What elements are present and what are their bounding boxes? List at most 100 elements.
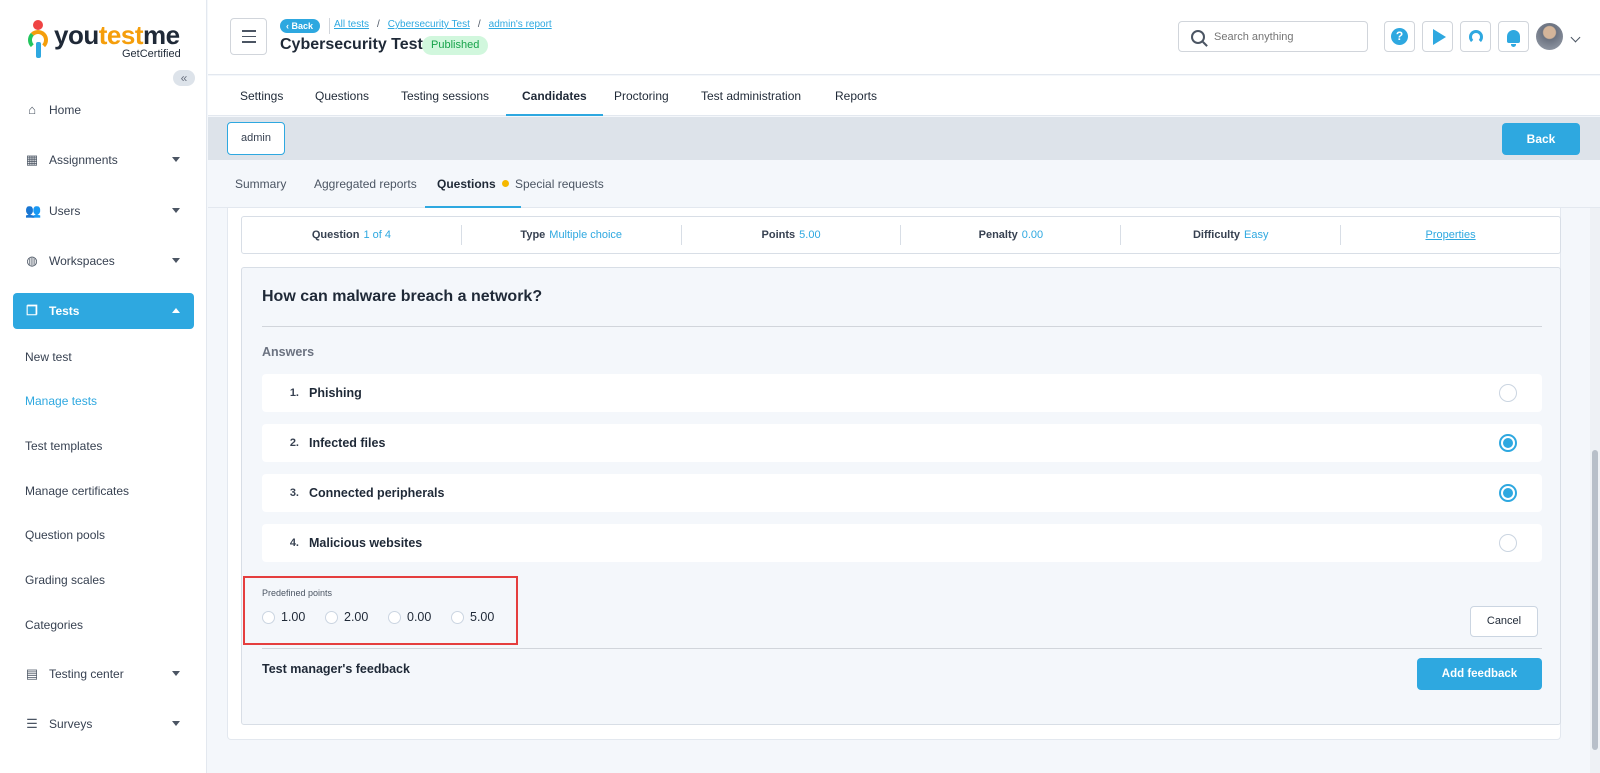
tab-test-administration[interactable]: Test administration	[685, 76, 817, 116]
sidebar-item-surveys[interactable]: ☰ Surveys	[13, 706, 194, 742]
radio-button[interactable]	[262, 610, 275, 624]
question-meta-bar: Question 1 of 4 Type Multiple choice Point…	[241, 216, 1561, 254]
logo-icon	[28, 20, 48, 60]
caret-down-icon	[172, 258, 180, 263]
collapse-sidebar-button[interactable]: «	[173, 70, 195, 86]
notifications-button[interactable]	[1498, 21, 1529, 52]
testing-center-icon: ▤	[25, 666, 39, 681]
answer-radio-selected[interactable]	[1499, 484, 1517, 502]
sidebar-item-label: Tests	[49, 304, 80, 318]
tab-summary[interactable]: Summary	[223, 161, 298, 208]
predefined-points-highlight: Predefined points 1.00 2.00 0.00 5.00	[243, 576, 518, 645]
users-icon: 👥	[25, 203, 42, 218]
meta-properties: Properties	[1341, 225, 1560, 245]
sidebar-item-workspaces[interactable]: ◍ Workspaces	[13, 243, 194, 279]
hamburger-icon	[241, 30, 256, 32]
add-feedback-button[interactable]: Add feedback	[1417, 658, 1542, 690]
breadcrumb-all-tests[interactable]: All tests	[334, 19, 369, 30]
answer-radio[interactable]	[1499, 384, 1517, 402]
breadcrumb-report[interactable]: admin's report	[489, 19, 552, 30]
sidebar: youtestme GetCertified « ⌂ Home ▦ Assign…	[0, 0, 207, 773]
predefined-points-option[interactable]: 2.00	[325, 610, 368, 624]
sidebar-item-assignments[interactable]: ▦ Assignments	[13, 142, 194, 178]
candidate-chip[interactable]: admin	[227, 122, 285, 155]
tab-label: Questions	[437, 177, 496, 191]
hamburger-menu-button[interactable]	[230, 18, 267, 55]
radio-button[interactable]	[451, 610, 464, 624]
divider	[262, 648, 1542, 649]
support-button[interactable]	[1460, 21, 1491, 52]
radio-button[interactable]	[325, 610, 338, 624]
radio-button[interactable]	[388, 610, 401, 624]
meta-difficulty: Difficulty Easy	[1121, 225, 1342, 245]
predefined-points-option[interactable]: 0.00	[388, 610, 431, 624]
sidebar-item-testing-center[interactable]: ▤ Testing center	[13, 656, 194, 692]
status-badge: Published	[422, 36, 489, 55]
meta-penalty: Penalty 0.00	[901, 225, 1122, 245]
tab-reports[interactable]: Reports	[819, 76, 893, 116]
tab-questions[interactable]: Questions	[299, 76, 385, 116]
answer-row: 4. Malicious websites	[262, 524, 1542, 562]
predefined-points-option[interactable]: 1.00	[262, 610, 305, 624]
sidebar-item-label: Testing center	[49, 667, 124, 681]
sidebar-item-label: Workspaces	[49, 254, 115, 268]
tab-aggregated-reports[interactable]: Aggregated reports	[302, 161, 429, 208]
play-icon	[1432, 28, 1446, 45]
sidebar-item-tests[interactable]: ❐ Tests	[13, 293, 194, 329]
top-header: ‹ Back All tests / Cybersecurity Test / …	[208, 0, 1600, 75]
breadcrumb-back-button[interactable]: ‹ Back	[280, 19, 321, 33]
meta-points: Points 5.00	[682, 225, 902, 245]
sidebar-subitem-new-test[interactable]: New test	[25, 350, 72, 364]
sidebar-item-users[interactable]: 👥 Users	[13, 193, 194, 229]
sidebar-item-home[interactable]: ⌂ Home	[13, 92, 194, 128]
play-button[interactable]	[1422, 21, 1453, 52]
tab-settings[interactable]: Settings	[224, 76, 299, 116]
sidebar-subitem-categories[interactable]: Categories	[25, 618, 83, 632]
surveys-icon: ☰	[26, 716, 38, 731]
headset-icon	[1468, 29, 1483, 44]
breadcrumb: All tests / Cybersecurity Test / admin's…	[334, 19, 552, 30]
sidebar-item-label: Assignments	[49, 153, 118, 167]
tab-special-requests[interactable]: Special requests	[503, 161, 616, 208]
predefined-points-label: Predefined points	[262, 588, 333, 598]
chevron-down-icon[interactable]	[1570, 32, 1581, 43]
scrollbar-thumb[interactable]	[1592, 450, 1598, 750]
sidebar-subitem-manage-certificates[interactable]: Manage certificates	[25, 484, 129, 498]
caret-down-icon	[172, 671, 180, 676]
answer-radio[interactable]	[1499, 534, 1517, 552]
caret-down-icon	[172, 157, 180, 162]
search-box[interactable]	[1178, 21, 1368, 52]
search-icon	[1191, 29, 1205, 44]
tab-testing-sessions[interactable]: Testing sessions	[385, 76, 505, 116]
tab-candidates[interactable]: Candidates	[506, 76, 603, 116]
page-title: Cybersecurity Test	[280, 36, 423, 53]
answer-row: 1. Phishing	[262, 374, 1542, 412]
cancel-button[interactable]: Cancel	[1470, 606, 1538, 637]
back-button[interactable]: Back	[1502, 123, 1580, 155]
assignments-icon: ▦	[25, 152, 39, 167]
meta-type: Type Multiple choice	[462, 225, 682, 245]
meta-question: Question 1 of 4	[242, 225, 462, 245]
sidebar-subitem-manage-tests[interactable]: Manage tests	[25, 394, 97, 408]
tab-proctoring[interactable]: Proctoring	[598, 76, 685, 116]
sidebar-subitem-test-templates[interactable]: Test templates	[25, 439, 102, 453]
sidebar-subitem-question-pools[interactable]: Question pools	[25, 528, 105, 542]
question-text: How can malware breach a network?	[262, 288, 543, 305]
question-panel: How can malware breach a network? Answer…	[241, 267, 1561, 725]
logo-text: youtestme	[54, 20, 180, 50]
help-button[interactable]: ?	[1384, 21, 1415, 52]
answer-radio-selected[interactable]	[1499, 434, 1517, 452]
sidebar-item-label: Home	[49, 103, 82, 117]
properties-link[interactable]: Properties	[1425, 229, 1475, 241]
search-input[interactable]	[1214, 30, 1354, 43]
logo-tagline: GetCertified	[122, 48, 181, 60]
breadcrumb-test[interactable]: Cybersecurity Test	[388, 19, 470, 30]
sidebar-item-label: Users	[49, 204, 81, 218]
divider	[262, 326, 1542, 327]
main-tabs: Settings Questions Testing sessions Cand…	[208, 76, 1600, 116]
predefined-points-option[interactable]: 5.00	[451, 610, 494, 624]
sidebar-subitem-grading-scales[interactable]: Grading scales	[25, 573, 105, 587]
home-icon: ⌂	[28, 102, 36, 117]
answer-row: 2. Infected files	[262, 424, 1542, 462]
avatar[interactable]	[1536, 23, 1563, 50]
